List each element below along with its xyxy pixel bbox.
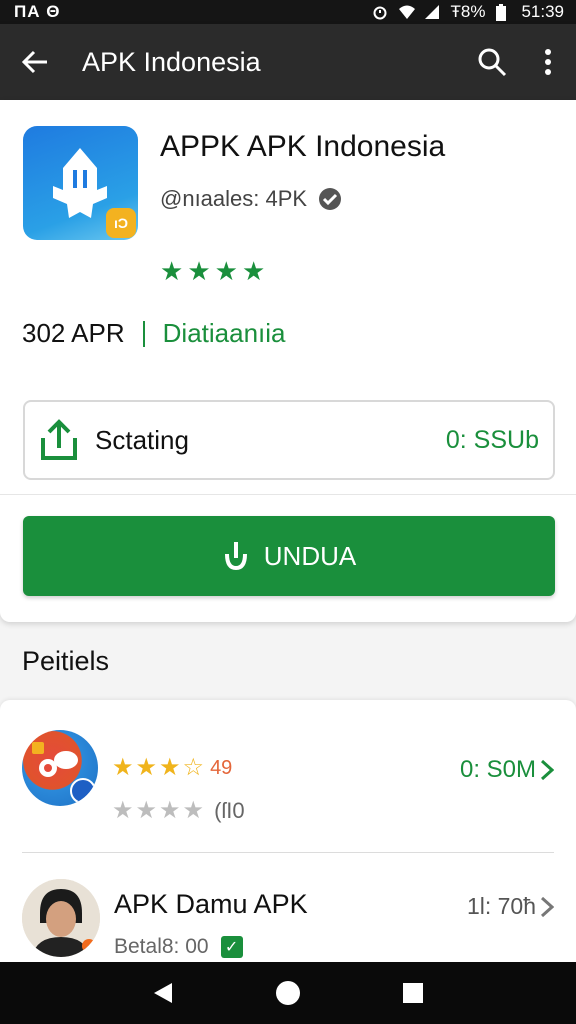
app-bar: APK Indonesia — [0, 24, 576, 100]
star-outline-icon: ☆ — [182, 754, 205, 781]
list-item-subtitle: Betal8: 00 ✓ — [114, 935, 243, 959]
app-bar-title: APK Indonesia — [82, 46, 261, 77]
star-icon: ★ — [214, 256, 238, 286]
rating-count: 49 — [210, 756, 233, 779]
chevron-right-icon — [540, 759, 554, 781]
search-button[interactable] — [464, 24, 520, 100]
battery-icon — [495, 4, 511, 21]
app-icon: ıƆ — [23, 126, 138, 240]
section-title: Peitiels — [22, 646, 110, 676]
avatar — [22, 879, 100, 957]
related-list: ★ ★ ★ ☆ 49 ★ ★ ★ ★ (ſI0 0: S0M APK Damu … — [0, 700, 576, 962]
square-recents-icon — [403, 983, 424, 1003]
list-item-size-text: 1l: 70ħ — [466, 893, 536, 919]
clock: 51:39 — [521, 2, 564, 21]
star-icon: ★ — [159, 797, 181, 824]
upload-share-icon — [41, 419, 77, 460]
star-icon: ★ — [241, 256, 266, 286]
star-icon: ★ — [187, 256, 211, 286]
circle-home-icon — [275, 981, 300, 1005]
list-item[interactable]: ★ ★ ★ ☆ 49 ★ ★ ★ ★ (ſI0 0: S0M — [0, 700, 576, 852]
nav-recents-button[interactable] — [393, 973, 433, 1013]
wifi-icon — [398, 4, 416, 20]
heart-icon — [82, 939, 96, 953]
search-icon — [478, 48, 507, 77]
app-name: APPK APK Indonesia — [160, 130, 446, 163]
download-label: UNDUA — [263, 540, 357, 571]
app-category[interactable]: Diatiaanıia — [163, 318, 286, 349]
status-bar: ΠΑ Θ Ŧ8% 51:39 — [0, 0, 576, 24]
star-icon: ★ — [135, 797, 158, 824]
rating-stars: ★ ★ ★ ★ — [160, 258, 265, 284]
battery-percent: Ŧ8% — [450, 2, 486, 21]
back-arrow-icon — [21, 50, 47, 74]
list-item-icon — [22, 730, 98, 806]
list-item-subtitle-text: Betal8: 00 — [114, 935, 209, 958]
star-half-icon: ★ — [159, 754, 181, 781]
list-item-secondary-rating: ★ ★ ★ ★ (ſI0 — [112, 798, 245, 824]
list-item-rating: ★ ★ ★ ☆ 49 — [112, 756, 232, 780]
status-notifications: ΠΑ Θ — [14, 2, 61, 21]
star-icon: ★ — [112, 754, 134, 781]
star-icon: ★ — [135, 754, 158, 781]
nav-back-button[interactable] — [143, 973, 183, 1013]
nav-home-button[interactable] — [268, 973, 308, 1013]
app-size: 302 APR — [22, 318, 125, 348]
back-button[interactable] — [0, 24, 70, 100]
list-item-title: APK Damu APK — [114, 889, 308, 919]
app-icon-badge: ıƆ — [106, 208, 136, 238]
system-nav-bar — [0, 962, 576, 1024]
more-vert-icon — [545, 49, 551, 75]
storage-row[interactable]: Sctating 0: SSUb — [23, 400, 555, 480]
download-icon — [224, 542, 247, 571]
download-button[interactable]: UNDUA — [23, 516, 555, 596]
star-icon: ★ — [112, 797, 134, 824]
developer-name: @nıaales: 4PK — [160, 186, 308, 211]
list-item[interactable]: APK Damu APK Betal8: 00 ✓ 1l: 70ħ — [0, 853, 576, 963]
triangle-back-icon — [153, 983, 172, 1003]
storage-value: 0: SSUb — [445, 425, 539, 454]
list-item-size: 1l: 70ħ — [467, 893, 554, 920]
section-divider — [0, 494, 576, 495]
chevron-right-icon — [540, 896, 554, 917]
more-options-button[interactable] — [520, 24, 576, 100]
verified-icon — [319, 188, 342, 210]
alarm-icon — [372, 4, 388, 20]
meta-divider — [142, 320, 145, 347]
app-meta: 302 APR Diatiaanıia — [22, 318, 286, 349]
app-developer[interactable]: @nıaales: 4PK — [160, 186, 343, 212]
app-detail-card: ıƆ APPK APK Indonesia @nıaales: 4PK ★ ★ … — [0, 100, 576, 622]
signal-icon — [424, 4, 440, 20]
checkmark-icon: ✓ — [220, 936, 243, 958]
list-item-size: 0: S0M — [460, 756, 554, 784]
list-item-size-text: 0: S0M — [459, 756, 536, 783]
star-icon: ★ — [182, 797, 205, 824]
star-icon: ★ — [160, 256, 184, 286]
secondary-count: (ſI0 — [214, 798, 245, 823]
storage-label: Sctating — [95, 424, 189, 455]
list-item-badge-icon — [70, 778, 96, 804]
